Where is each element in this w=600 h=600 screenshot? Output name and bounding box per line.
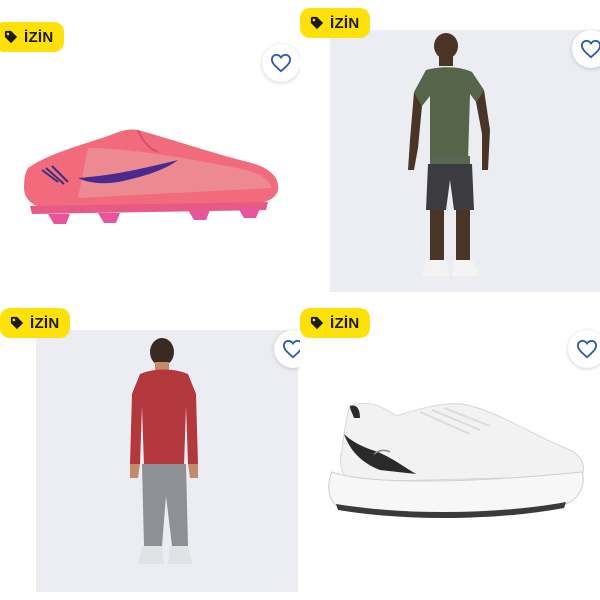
izin-badge: İZİN xyxy=(0,308,70,338)
tag-icon xyxy=(4,30,18,44)
product-image-longsleeve-model[interactable] xyxy=(118,336,214,590)
heart-icon xyxy=(270,53,292,73)
product-image-running-shoe[interactable] xyxy=(320,394,590,524)
product-card-3[interactable]: İZİN xyxy=(0,300,300,600)
badge-label: İZİN xyxy=(330,14,360,32)
tag-icon xyxy=(10,316,24,330)
heart-icon xyxy=(580,39,600,59)
badge-label: İZİN xyxy=(330,314,360,332)
badge-label: İZİN xyxy=(30,314,60,332)
izin-badge: İZİN xyxy=(300,308,370,338)
heart-icon xyxy=(282,339,300,359)
badge-label: İZİN xyxy=(24,28,54,46)
favorite-button[interactable] xyxy=(262,44,300,82)
product-card-2[interactable]: İZİN xyxy=(300,0,600,300)
product-card-4[interactable]: İZİN xyxy=(300,300,600,600)
favorite-button[interactable] xyxy=(568,330,600,368)
izin-badge: İZİN xyxy=(0,22,64,52)
product-card-1[interactable]: İZİN xyxy=(0,0,300,300)
izin-badge: İZİN xyxy=(300,8,370,38)
tag-icon xyxy=(310,16,324,30)
tag-icon xyxy=(310,316,324,330)
product-image-football-boot[interactable] xyxy=(18,118,284,230)
product-image-tshirt-model[interactable] xyxy=(400,30,520,292)
heart-icon xyxy=(576,339,598,359)
